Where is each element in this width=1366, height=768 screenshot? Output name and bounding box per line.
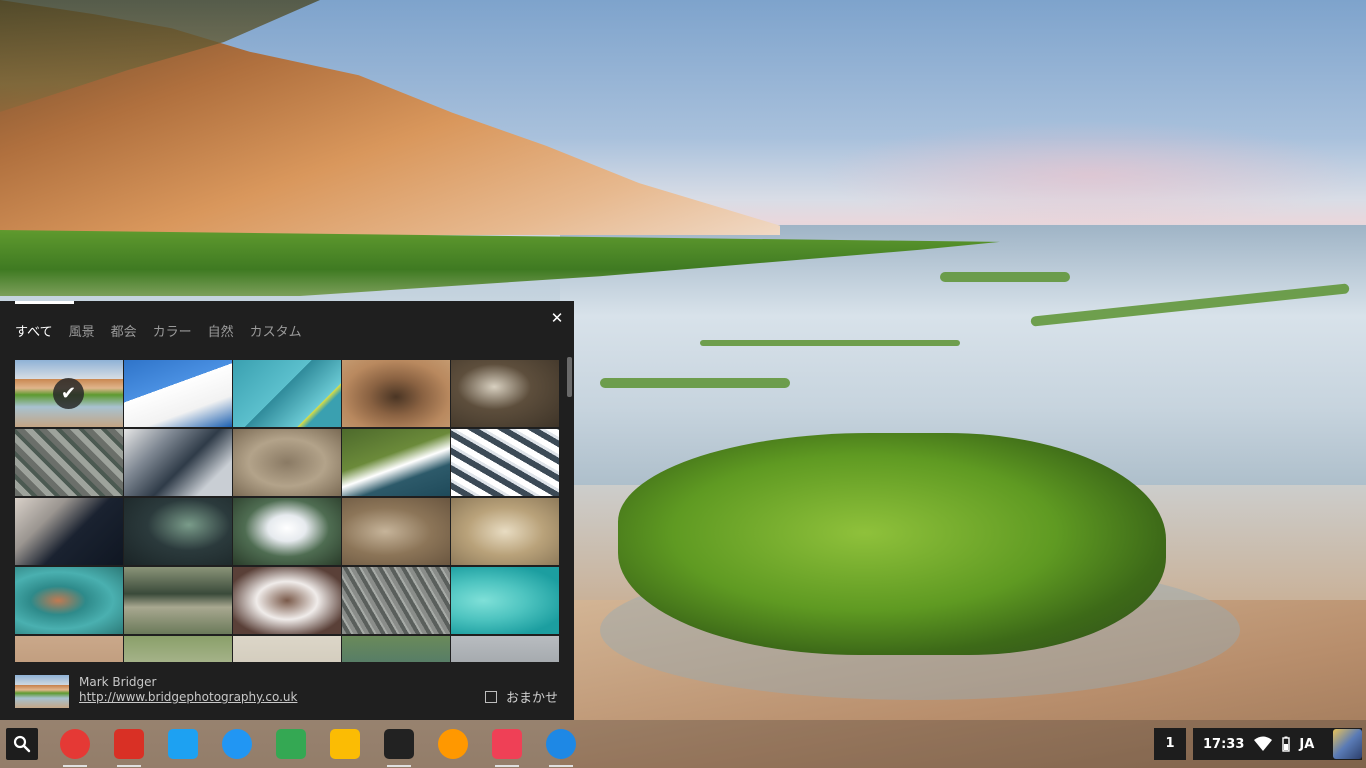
- twitter-icon: [168, 729, 198, 759]
- wallpaper-thumbnail[interactable]: [451, 360, 559, 427]
- wallpaper-thumbnail[interactable]: [342, 429, 450, 496]
- music-app[interactable]: [437, 728, 469, 760]
- running-indicator: [549, 765, 573, 767]
- scrollbar-track[interactable]: [566, 357, 572, 662]
- grass-strip: [700, 340, 960, 346]
- wallpaper-thumbnail[interactable]: [124, 567, 232, 634]
- wallpaper-picker-window: すべて 風景 都会 カラー 自然 カスタム ✕ ✔ Mark Bridger http:/…: [0, 301, 574, 720]
- launcher-button[interactable]: [6, 728, 38, 760]
- author-link[interactable]: http://www.bridgephotography.co.uk: [79, 690, 297, 704]
- files-app[interactable]: [221, 728, 253, 760]
- wallpaper-thumbnail[interactable]: ✔: [15, 360, 123, 427]
- wallpaper-thumbnail[interactable]: [342, 567, 450, 634]
- pocket-icon: [492, 729, 522, 759]
- wallpaper-thumbnail[interactable]: [342, 498, 450, 565]
- active-tab-indicator: [15, 301, 74, 304]
- wallpaper-thumbnail[interactable]: [233, 429, 341, 496]
- running-indicator: [63, 765, 87, 767]
- pocket-app[interactable]: [491, 728, 523, 767]
- tab-0[interactable]: すべて: [15, 321, 53, 341]
- author-name: Mark Bridger: [79, 675, 157, 689]
- grass-strip: [940, 272, 1070, 282]
- gmail-icon: [114, 729, 144, 759]
- wallpaper-thumbnail[interactable]: [15, 429, 123, 496]
- ime-indicator: JA: [1299, 736, 1315, 752]
- wallpaper-thumbnail[interactable]: [15, 567, 123, 634]
- running-indicator: [387, 765, 411, 767]
- checkbox-box[interactable]: [485, 690, 497, 703]
- mossy-rock: [618, 433, 1166, 655]
- grass-strip: [600, 378, 790, 388]
- tab-1[interactable]: 風景: [69, 321, 95, 341]
- files-icon: [222, 729, 252, 759]
- kindle-app[interactable]: [383, 728, 415, 767]
- music-icon: [438, 729, 468, 759]
- wallpaper-thumbnail[interactable]: [124, 636, 232, 662]
- wallpaper-thumbnail[interactable]: [124, 429, 232, 496]
- battery-icon: [1282, 736, 1291, 752]
- wifi-icon: [1254, 736, 1273, 751]
- sky-glow: [820, 120, 1360, 230]
- wallpaper-thumbnail[interactable]: [233, 567, 341, 634]
- current-wallpaper-thumbnail: [15, 675, 69, 708]
- wallpaper-thumbnail[interactable]: [342, 636, 450, 662]
- wallpaper-picker-icon: [546, 729, 576, 759]
- category-tabs: すべて 風景 都会 カラー 自然 カスタム: [15, 321, 318, 341]
- notification-counter[interactable]: 1: [1154, 728, 1186, 760]
- wallpaper-thumbnail[interactable]: [15, 498, 123, 565]
- user-avatar[interactable]: [1333, 729, 1362, 759]
- kindle-icon: [384, 729, 414, 759]
- wallpaper-thumbnail[interactable]: [451, 498, 559, 565]
- gmail-app[interactable]: [113, 728, 145, 767]
- chrome-app[interactable]: [59, 728, 91, 767]
- tab-3[interactable]: カラー: [153, 321, 192, 341]
- maps-icon: [276, 729, 306, 759]
- wallpaper-thumbnail[interactable]: [233, 360, 341, 427]
- wallpaper-thumbnail[interactable]: [233, 636, 341, 662]
- surprise-me-checkbox[interactable]: おまかせ: [485, 687, 558, 706]
- maps-app[interactable]: [275, 728, 307, 760]
- selected-check-icon: ✔: [53, 378, 84, 409]
- wallpaper-thumbnail[interactable]: [233, 498, 341, 565]
- chrome-icon: [60, 729, 90, 759]
- wallpaper-thumbnail[interactable]: [124, 498, 232, 565]
- clock: 17:33: [1203, 736, 1245, 752]
- scrollbar-thumb[interactable]: [567, 357, 572, 397]
- close-button[interactable]: ✕: [549, 310, 565, 326]
- surprise-me-label: おまかせ: [506, 691, 559, 706]
- photos-app[interactable]: [329, 728, 361, 760]
- wallpaper-thumbnail[interactable]: [451, 636, 559, 662]
- tab-2[interactable]: 都会: [111, 321, 137, 341]
- wallpaper-picker-app[interactable]: [545, 728, 577, 767]
- wallpaper-thumbnail[interactable]: [15, 636, 123, 662]
- search-icon: [13, 735, 31, 753]
- running-indicator: [117, 765, 141, 767]
- twitter-app[interactable]: [167, 728, 199, 760]
- wallpaper-thumbnail[interactable]: [451, 429, 559, 496]
- wallpaper-grid: ✔: [15, 360, 560, 662]
- wallpaper-thumbnail[interactable]: [124, 360, 232, 427]
- wallpaper-thumbnail[interactable]: [451, 567, 559, 634]
- wallpaper-thumbnail[interactable]: [342, 360, 450, 427]
- tab-5[interactable]: カスタム: [250, 321, 302, 341]
- running-indicator: [495, 765, 519, 767]
- tab-4[interactable]: 自然: [208, 321, 234, 341]
- photos-icon: [330, 729, 360, 759]
